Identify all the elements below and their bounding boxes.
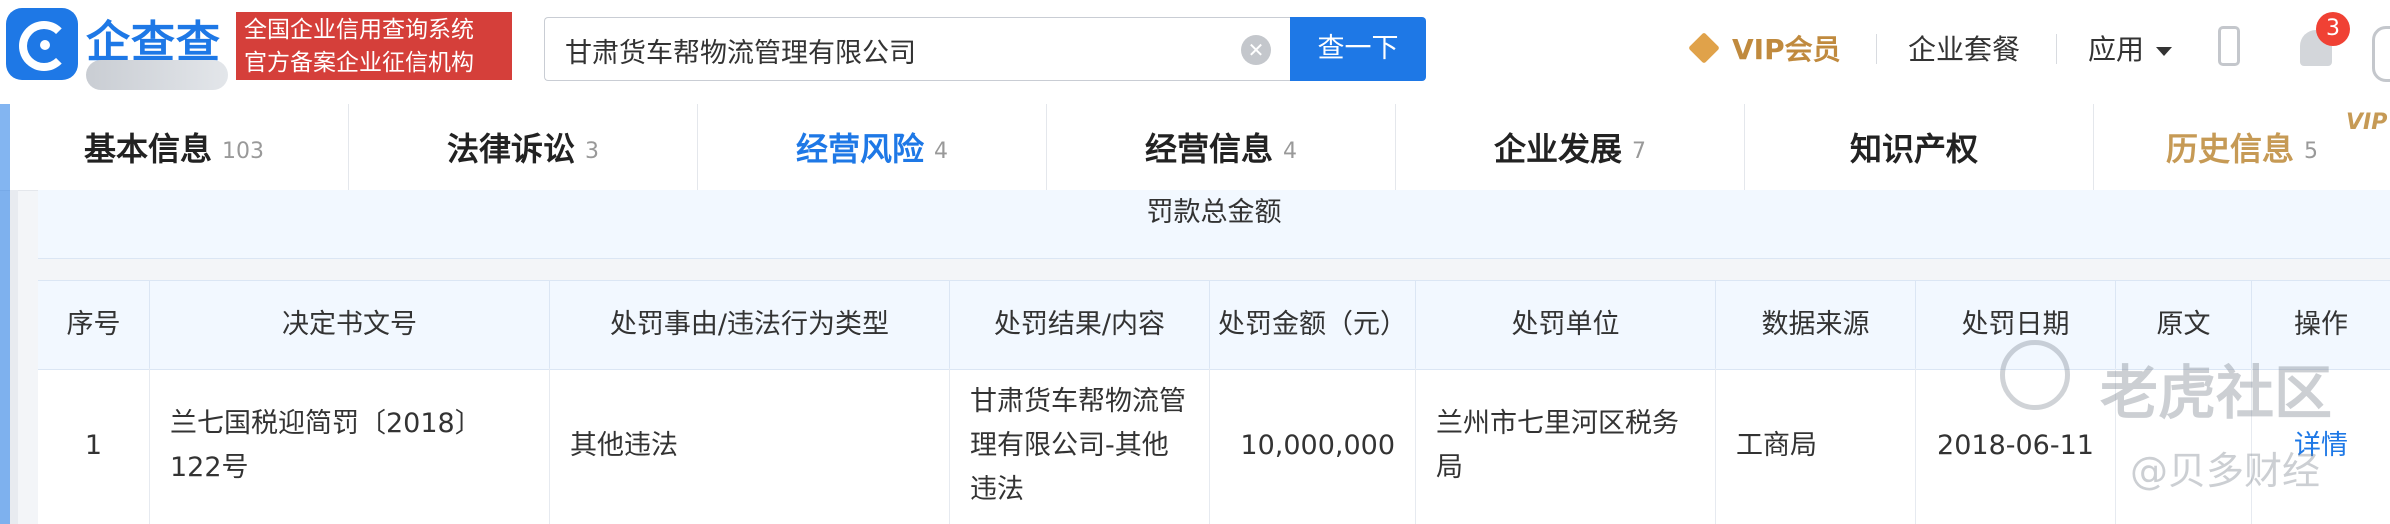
divider bbox=[1876, 34, 1877, 64]
cell-decision-no: 兰七国税迎简罚〔2018〕122号 bbox=[150, 368, 550, 524]
fine-total-label: 罚款总金额 bbox=[1146, 197, 1282, 228]
diamond-icon bbox=[1688, 32, 1720, 64]
tab-legal-litigation[interactable]: 法律诉讼 3 bbox=[349, 104, 698, 190]
tab-basic-info[interactable]: 基本信息 103 bbox=[0, 104, 349, 190]
search-box: ✕ bbox=[544, 17, 1290, 81]
cell-result: 甘肃货车帮物流管理有限公司-其他违法 bbox=[950, 368, 1210, 524]
search-input[interactable] bbox=[563, 28, 1207, 72]
watermark-line-2: @贝多财经 bbox=[2130, 449, 2321, 493]
clear-icon[interactable]: ✕ bbox=[1241, 35, 1271, 65]
search-button[interactable]: 查一下 bbox=[1290, 17, 1426, 81]
col-header-unit: 处罚单位 bbox=[1416, 281, 1716, 369]
slogan-badge: 全国企业信用查询系统 官方备案企业征信机构 bbox=[236, 12, 512, 80]
cell-source: 工商局 bbox=[1716, 368, 1916, 524]
qcc-logo-icon[interactable] bbox=[6, 8, 78, 80]
tab-count: 4 bbox=[934, 138, 948, 164]
tab-label: 基本信息 bbox=[83, 130, 212, 168]
section-tabs: 基本信息 103 法律诉讼 3 经营风险 4 经营信息 4 企业发展 7 知识产… bbox=[0, 104, 2390, 191]
tab-label: 企业发展 bbox=[1493, 130, 1622, 168]
edge-icon bbox=[2372, 26, 2390, 82]
col-header-result: 处罚结果/内容 bbox=[950, 281, 1210, 369]
vip-member-label: VIP会员 bbox=[1732, 33, 1841, 66]
tab-label: 知识产权 bbox=[1849, 130, 1978, 168]
cell-index: 1 bbox=[38, 368, 150, 524]
tab-count: 3 bbox=[585, 138, 599, 164]
left-panel-edge bbox=[10, 190, 18, 524]
tab-count: 103 bbox=[222, 138, 264, 164]
blurred-account-name bbox=[86, 60, 228, 90]
tab-business-risk[interactable]: 经营风险 4 bbox=[698, 104, 1047, 190]
slogan-line-1: 全国企业信用查询系统 bbox=[244, 17, 474, 43]
cell-unit: 兰州市七里河区税务局 bbox=[1416, 368, 1716, 524]
vip-tag: VIP bbox=[2346, 110, 2388, 135]
mobile-phone-icon[interactable] bbox=[2218, 26, 2240, 66]
apps-menu-label: 应用 bbox=[2088, 33, 2145, 66]
tab-count: 5 bbox=[2304, 138, 2318, 164]
chevron-down-icon bbox=[2156, 46, 2173, 56]
slogan-line-2: 官方备案企业征信机构 bbox=[244, 50, 474, 76]
left-accent-bar bbox=[0, 104, 10, 524]
notification-badge: 3 bbox=[2316, 12, 2350, 46]
tab-label: 经营信息 bbox=[1144, 130, 1273, 168]
apps-menu[interactable]: 应用 bbox=[2088, 28, 2173, 68]
watermark-line-1: 老虎社区 bbox=[2100, 359, 2333, 427]
tab-business-info[interactable]: 经营信息 4 bbox=[1047, 104, 1396, 190]
col-header-source: 数据来源 bbox=[1716, 281, 1916, 369]
top-header: 企查查 全国企业信用查询系统 官方备案企业征信机构 ✕ 查一下 VIP会员 企业… bbox=[0, 0, 2390, 105]
tab-count: 4 bbox=[1283, 138, 1297, 164]
tab-intellectual-property[interactable]: 知识产权 bbox=[1745, 104, 2094, 190]
tab-label: 经营风险 bbox=[795, 130, 924, 168]
tab-label: 历史信息 bbox=[2165, 130, 2294, 168]
col-header-reason: 处罚事由/违法行为类型 bbox=[550, 281, 950, 369]
col-header-amount: 处罚金额（元） bbox=[1210, 281, 1416, 369]
cell-amount: 10,000,000 bbox=[1210, 368, 1416, 524]
divider bbox=[2056, 34, 2057, 64]
enterprise-package-link[interactable]: 企业套餐 bbox=[1908, 28, 2020, 68]
col-header-index: 序号 bbox=[38, 281, 150, 369]
tab-enterprise-development[interactable]: 企业发展 7 bbox=[1396, 104, 1745, 190]
watermark-logo-icon bbox=[2000, 340, 2070, 410]
fine-total-row: 罚款总金额 bbox=[38, 190, 2390, 259]
vip-member-link[interactable]: VIP会员 bbox=[1688, 28, 1841, 68]
tab-count: 7 bbox=[1632, 138, 1646, 164]
col-header-decision-no: 决定书文号 bbox=[150, 281, 550, 369]
tab-label: 法律诉讼 bbox=[446, 130, 575, 168]
cell-reason: 其他违法 bbox=[550, 368, 950, 524]
